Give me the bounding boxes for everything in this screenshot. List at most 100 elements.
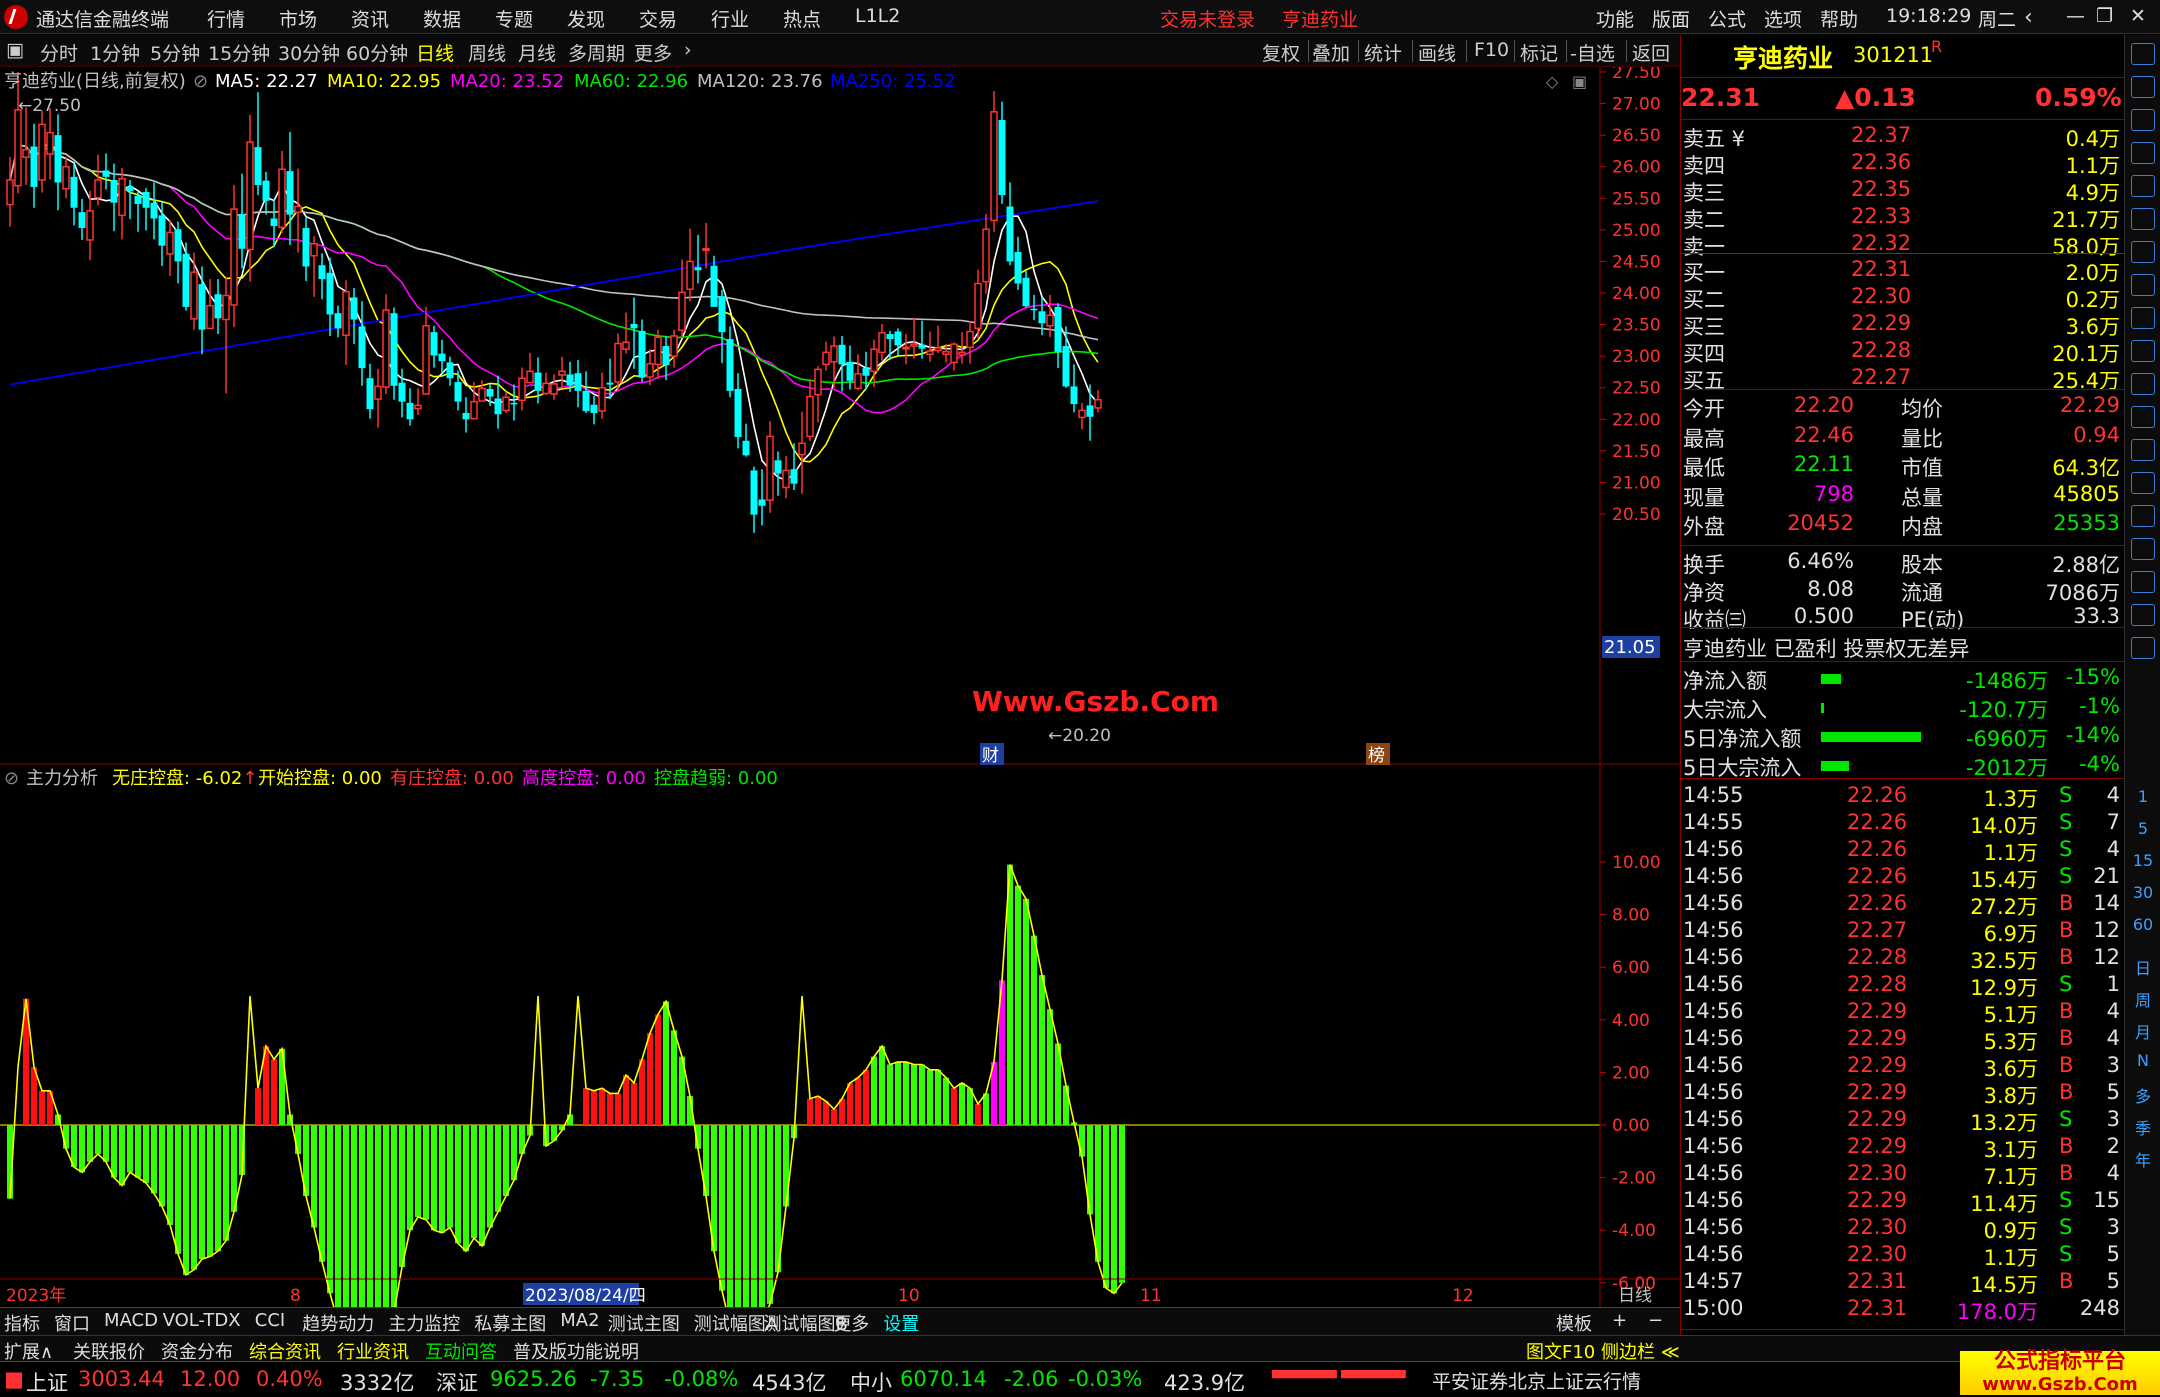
menu-item-hangqing[interactable]: 行情 bbox=[207, 5, 245, 32]
side-period-5[interactable]: 日 bbox=[2125, 955, 2160, 979]
tab-multi-period[interactable]: 多周期 bbox=[568, 39, 625, 66]
tab-15min[interactable]: 15分钟 bbox=[208, 39, 270, 66]
button-fuquan[interactable]: 复权 bbox=[1262, 39, 1300, 66]
side-period-3[interactable]: 30 bbox=[2125, 883, 2160, 902]
side-period-8[interactable]: N bbox=[2125, 1051, 2160, 1070]
menu-item-shichang[interactable]: 市场 bbox=[279, 5, 317, 32]
button-biaoji[interactable]: 标记 bbox=[1520, 39, 1558, 66]
button-huaxian[interactable]: 画线 bbox=[1418, 39, 1456, 66]
side-tool-icon[interactable] bbox=[2131, 604, 2155, 626]
indicator-tab-5[interactable]: 趋势动力 bbox=[302, 1310, 374, 1336]
button-tongji[interactable]: 统计 bbox=[1364, 39, 1402, 66]
tab-daily[interactable]: 日线 bbox=[416, 39, 454, 66]
side-tool-icon[interactable] bbox=[2131, 241, 2155, 263]
login-status[interactable]: 交易未登录 bbox=[1160, 5, 1255, 32]
side-tool-icon[interactable] bbox=[2131, 76, 2155, 98]
side-tool-icon[interactable] bbox=[2131, 538, 2155, 560]
button-diejia[interactable]: 叠加 bbox=[1312, 39, 1350, 66]
side-period-1[interactable]: 5 bbox=[2125, 819, 2160, 838]
chart-diamond-icon[interactable]: ◇ bbox=[1546, 72, 1559, 91]
chart-window-icon[interactable]: ▣ bbox=[1572, 72, 1587, 91]
more-arrow-icon[interactable]: › bbox=[684, 39, 692, 61]
menu-item-gongneng[interactable]: 功能 bbox=[1596, 5, 1634, 32]
chart-area[interactable]: 27.50 27.00 26.50 26.00 25.50 25.00 24.50 24.00… bbox=[0, 63, 1680, 1397]
back-icon[interactable]: ‹ bbox=[2024, 5, 2033, 30]
tab-fenshi[interactable]: 分时 bbox=[40, 39, 78, 66]
tick-count: 2 bbox=[2106, 1134, 2120, 1158]
button-fanhui[interactable]: 返回 bbox=[1632, 39, 1670, 66]
indicator-tab-13[interactable]: 设置 bbox=[883, 1310, 919, 1336]
side-tool-icon[interactable] bbox=[2131, 307, 2155, 329]
menu-item-banmian[interactable]: 版面 bbox=[1652, 5, 1690, 32]
menu-item-xuanxiang[interactable]: 选项 bbox=[1764, 5, 1802, 32]
side-period-7[interactable]: 月 bbox=[2125, 1019, 2160, 1043]
indicator-tab-2[interactable]: MACD bbox=[104, 1310, 158, 1331]
side-tool-icon[interactable] bbox=[2131, 43, 2155, 65]
menu-item-redian[interactable]: 热点 bbox=[783, 5, 821, 32]
financial-report-mark[interactable]: 财 bbox=[982, 746, 999, 766]
menu-item-gongshi[interactable]: 公式 bbox=[1708, 5, 1746, 32]
sz-index-name[interactable]: 深证 bbox=[436, 1367, 478, 1397]
side-tool-icon[interactable] bbox=[2131, 373, 2155, 395]
kline-chart-svg[interactable]: 27.50 27.00 26.50 26.00 25.50 25.00 24.50 24.00… bbox=[0, 63, 1680, 1397]
side-tool-icon[interactable] bbox=[2131, 571, 2155, 593]
menu-item-bangzhu[interactable]: 帮助 bbox=[1820, 5, 1858, 32]
side-tool-icon[interactable] bbox=[2131, 142, 2155, 164]
indicator-menu-icon[interactable]: ⊘ bbox=[4, 768, 19, 789]
side-tool-icon[interactable] bbox=[2131, 406, 2155, 428]
menu-item-faxian[interactable]: 发现 bbox=[567, 5, 605, 32]
menu-item-shuju[interactable]: 数据 bbox=[423, 5, 461, 32]
indicator-tab-4[interactable]: CCI bbox=[255, 1310, 285, 1331]
restore-icon[interactable]: ❐ bbox=[2096, 5, 2113, 27]
indicator-tab-0[interactable]: 指标 bbox=[4, 1310, 40, 1336]
ma-legend-icon[interactable]: ⊘ bbox=[193, 71, 208, 92]
add-tab-icon[interactable]: + bbox=[1612, 1310, 1627, 1331]
menu-item-zhuanti[interactable]: 专题 bbox=[495, 5, 533, 32]
indicator-tab-9[interactable]: 测试主图 bbox=[608, 1310, 680, 1336]
side-tool-icon[interactable] bbox=[2131, 274, 2155, 296]
side-tool-icon[interactable] bbox=[2131, 109, 2155, 131]
indicator-bar bbox=[895, 1061, 901, 1125]
tab-monthly[interactable]: 月线 bbox=[518, 39, 556, 66]
menu-item-l1l2[interactable]: L1L2 bbox=[855, 5, 900, 27]
side-tool-icon[interactable] bbox=[2131, 175, 2155, 197]
menu-item-hangye[interactable]: 行业 bbox=[711, 5, 749, 32]
side-tool-icon[interactable] bbox=[2131, 472, 2155, 494]
side-tool-icon[interactable] bbox=[2131, 340, 2155, 362]
menu-item-jiaoyi[interactable]: 交易 bbox=[639, 5, 677, 32]
indicator-tab-7[interactable]: 私募主图 bbox=[474, 1310, 546, 1336]
indicator-tab-6[interactable]: 主力监控 bbox=[388, 1310, 460, 1336]
remove-tab-icon[interactable]: − bbox=[1648, 1310, 1663, 1331]
dragon-tiger-mark[interactable]: 榜 bbox=[1368, 746, 1385, 766]
side-period-0[interactable]: 1 bbox=[2125, 787, 2160, 806]
tab-1min[interactable]: 1分钟 bbox=[90, 39, 140, 66]
menu-item-zixun[interactable]: 资讯 bbox=[351, 5, 389, 32]
minimize-icon[interactable]: — bbox=[2066, 5, 2085, 27]
indicator-tab-8[interactable]: MA2 bbox=[560, 1310, 599, 1331]
side-tool-icon[interactable] bbox=[2131, 637, 2155, 659]
side-period-10[interactable]: 季 bbox=[2125, 1115, 2160, 1139]
button-zixuan[interactable]: -自选 bbox=[1570, 39, 1615, 66]
side-period-9[interactable]: 多 bbox=[2125, 1083, 2160, 1107]
tab-weekly[interactable]: 周线 bbox=[468, 39, 506, 66]
tab-5min[interactable]: 5分钟 bbox=[150, 39, 200, 66]
close-icon[interactable]: ✕ bbox=[2130, 5, 2146, 27]
side-tool-icon[interactable] bbox=[2131, 505, 2155, 527]
sidebar-toggle-icon[interactable]: ▣ bbox=[6, 39, 24, 61]
button-f10[interactable]: F10 bbox=[1474, 39, 1509, 61]
tab-more[interactable]: 更多 bbox=[634, 39, 672, 66]
indicator-tab-3[interactable]: VOL-TDX bbox=[163, 1310, 241, 1331]
sh-index-name[interactable]: 上证 bbox=[26, 1367, 68, 1397]
tab-30min[interactable]: 30分钟 bbox=[278, 39, 340, 66]
indicator-tab-12[interactable]: 更多 bbox=[833, 1310, 869, 1336]
side-tool-icon[interactable] bbox=[2131, 439, 2155, 461]
side-tool-icon[interactable] bbox=[2131, 208, 2155, 230]
side-period-6[interactable]: 周 bbox=[2125, 987, 2160, 1011]
side-period-4[interactable]: 60 bbox=[2125, 915, 2160, 934]
tab-60min[interactable]: 60分钟 bbox=[346, 39, 408, 66]
zx-index-name[interactable]: 中小 bbox=[850, 1367, 892, 1397]
side-period-2[interactable]: 15 bbox=[2125, 851, 2160, 870]
indicator-tab-1[interactable]: 窗口 bbox=[54, 1310, 90, 1336]
side-period-11[interactable]: 年 bbox=[2125, 1147, 2160, 1171]
template-button[interactable]: 模板 bbox=[1556, 1310, 1592, 1336]
